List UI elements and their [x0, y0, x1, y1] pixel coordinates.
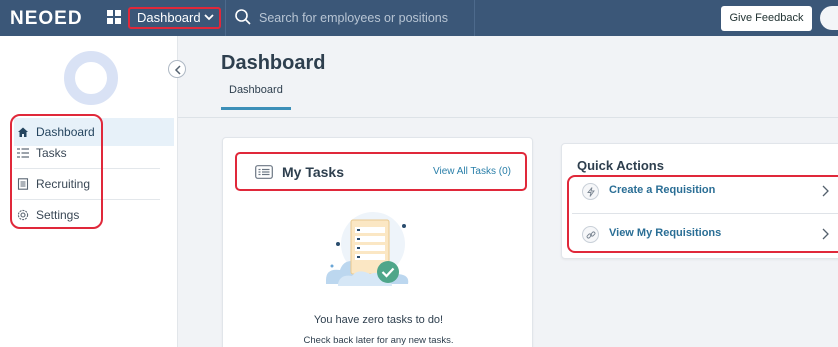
give-feedback-button[interactable]: Give Feedback	[721, 6, 812, 31]
quick-actions-title: Quick Actions	[577, 158, 664, 173]
sidebar: Dashboard Tasks Recruiting Settings	[0, 36, 178, 347]
create-requisition-action[interactable]: Create a Requisition	[570, 174, 838, 208]
link-icon	[582, 226, 599, 243]
nav-divider	[14, 168, 160, 169]
app-logo[interactable]: NEOED	[10, 8, 83, 30]
home-icon	[18, 127, 28, 137]
gear-icon	[17, 209, 29, 221]
my-tasks-title: My Tasks	[282, 164, 344, 180]
sidebar-item-label: Recruiting	[36, 177, 91, 191]
chevron-left-icon	[174, 65, 181, 75]
tab-dashboard[interactable]: Dashboard	[221, 84, 291, 110]
sidebar-item-label: Dashboard	[36, 125, 95, 139]
search-input[interactable]	[259, 8, 469, 28]
tasks-list-icon	[17, 148, 29, 158]
sidebar-item-tasks[interactable]: Tasks	[14, 139, 174, 167]
quick-actions-divider	[572, 213, 838, 214]
search-icon[interactable]	[234, 8, 252, 26]
section-select-label: Dashboard	[137, 10, 201, 25]
my-tasks-header: My Tasks View All Tasks (0)	[235, 152, 527, 191]
quick-action-label: Create a Requisition	[609, 184, 716, 196]
quick-action-label: View My Requisitions	[609, 227, 722, 239]
quick-actions-card: Quick Actions Create a Requisition View …	[561, 143, 838, 259]
sidebar-item-label: Settings	[36, 208, 80, 222]
lightning-icon	[582, 183, 599, 200]
profile-avatar	[64, 51, 118, 105]
collapse-sidebar-button[interactable]	[168, 60, 186, 78]
view-requisitions-action[interactable]: View My Requisitions	[570, 217, 838, 251]
app-grid-icon[interactable]	[107, 10, 121, 24]
view-all-tasks-link[interactable]: View All Tasks (0)	[433, 166, 511, 177]
search-bar	[225, 0, 475, 36]
empty-tasks-illustration	[326, 212, 409, 286]
my-tasks-card: My Tasks View All Tasks (0) You have zer…	[222, 137, 533, 347]
empty-tasks-title: You have zero tasks to do!	[313, 314, 444, 326]
chevron-right-icon	[822, 228, 829, 240]
chevron-down-icon	[204, 14, 214, 21]
top-bar: NEOED Dashboard Give Feedback	[0, 0, 838, 36]
section-select[interactable]: Dashboard	[128, 7, 221, 29]
user-avatar[interactable]	[820, 6, 838, 30]
page-title: Dashboard	[221, 52, 326, 74]
sidebar-item-settings[interactable]: Settings	[14, 201, 174, 229]
chevron-right-icon	[822, 185, 829, 197]
nav-divider	[14, 199, 160, 200]
tabs-divider	[178, 117, 838, 118]
sidebar-item-recruiting[interactable]: Recruiting	[14, 170, 174, 198]
empty-tasks-subtitle: Check back later for any new tasks.	[303, 335, 454, 346]
sidebar-item-label: Tasks	[36, 146, 67, 160]
document-icon	[17, 178, 29, 190]
tasks-card-icon	[255, 165, 273, 179]
